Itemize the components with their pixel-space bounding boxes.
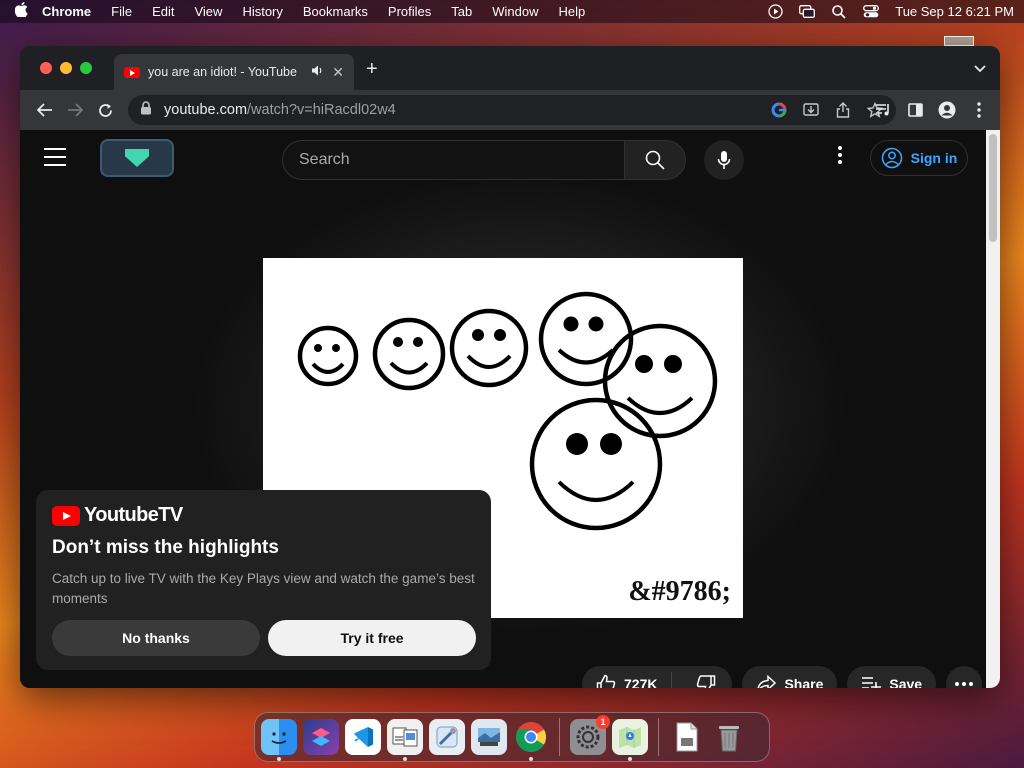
maps-icon[interactable] <box>612 719 648 761</box>
chrome-menu-icon[interactable] <box>968 95 990 125</box>
menu-bar: Chrome File Edit View History Bookmarks … <box>0 0 1024 23</box>
gem-doodle-icon <box>125 149 149 167</box>
microphone-icon <box>717 151 731 169</box>
search-icon <box>645 150 665 170</box>
menu-edit[interactable]: Edit <box>152 4 174 19</box>
menu-app-name[interactable]: Chrome <box>42 4 91 19</box>
page-scrollbar[interactable] <box>986 130 1000 688</box>
install-app-icon[interactable] <box>802 101 820 119</box>
dock-separator <box>559 718 560 756</box>
save-label: Save <box>889 676 923 688</box>
close-tab-icon[interactable]: ✕ <box>332 64 344 81</box>
apple-menu-icon[interactable] <box>10 2 32 21</box>
promo-body: Catch up to live TV with the Key Plays v… <box>52 571 475 606</box>
guide-menu-icon[interactable] <box>44 148 66 166</box>
video-watermark: &#9786; <box>628 576 731 607</box>
text-document-icon[interactable] <box>669 719 705 755</box>
menu-profiles[interactable]: Profiles <box>388 4 431 19</box>
like-count: 727K <box>624 676 658 688</box>
control-center-icon[interactable] <box>863 5 880 19</box>
minimize-window-button[interactable] <box>60 62 72 74</box>
notification-badge: 1 <box>596 715 610 729</box>
finder-icon[interactable] <box>261 719 297 761</box>
thumbs-down-icon <box>697 675 716 688</box>
tab-strip: you are an idiot! - YouTube ✕ + <box>20 46 1000 90</box>
settings-more-icon[interactable] <box>828 146 852 170</box>
side-panel-icon[interactable] <box>904 95 926 125</box>
more-horizontal-icon <box>955 682 974 686</box>
playlist-add-icon <box>862 677 882 688</box>
chrome-icon[interactable] <box>513 719 549 761</box>
media-controls-icon[interactable] <box>872 95 894 125</box>
youtube-favicon-icon <box>124 66 140 78</box>
system-settings-icon[interactable]: 1 <box>570 715 610 755</box>
brand-label: YoutubeTV <box>84 504 183 526</box>
dislike-button[interactable] <box>680 674 732 688</box>
preview-icon[interactable] <box>387 719 423 761</box>
menu-view[interactable]: View <box>194 4 222 19</box>
zoom-window-button[interactable] <box>80 62 92 74</box>
google-lens-icon[interactable] <box>770 101 788 119</box>
save-button[interactable]: Save <box>847 666 937 688</box>
voice-search-button[interactable] <box>704 140 744 180</box>
spotlight-search-icon[interactable] <box>831 4 847 19</box>
site-info-icon[interactable] <box>140 101 154 119</box>
dock-separator-2 <box>658 718 659 756</box>
tab-search-chevron-icon[interactable] <box>974 62 986 76</box>
trash-icon[interactable] <box>711 719 747 755</box>
video-actions: 727K Share Save <box>582 666 983 688</box>
menu-help[interactable]: Help <box>559 4 586 19</box>
xcode-icon[interactable] <box>429 719 465 755</box>
back-button[interactable] <box>30 95 60 125</box>
thumbs-up-icon <box>596 674 616 688</box>
image-capture-icon[interactable] <box>471 719 507 755</box>
youtube-tv-brand: YoutubeTV <box>52 504 475 527</box>
menu-tab[interactable]: Tab <box>451 4 472 19</box>
vscode-icon[interactable] <box>345 719 381 755</box>
share-arrow-icon <box>757 675 777 688</box>
like-dislike-group: 727K <box>582 666 733 688</box>
now-playing-icon[interactable] <box>767 4 783 19</box>
reload-button[interactable] <box>90 95 120 125</box>
like-button[interactable]: 727K <box>582 672 673 688</box>
screen-mirroring-icon[interactable] <box>799 5 816 19</box>
search-button[interactable] <box>624 140 686 180</box>
tab-youtube[interactable]: you are an idiot! - YouTube ✕ <box>114 54 354 90</box>
sign-in-label: Sign in <box>910 150 958 166</box>
try-it-free-button[interactable]: Try it free <box>268 620 476 656</box>
menu-window[interactable]: Window <box>492 4 538 19</box>
scrollbar-thumb[interactable] <box>989 134 997 242</box>
new-tab-button[interactable]: + <box>366 59 378 79</box>
share-button[interactable]: Share <box>742 666 838 688</box>
youtube-tv-promo: YoutubeTV Don’t miss the highlights Catc… <box>36 490 491 670</box>
youtube-header: Search Sign in <box>20 130 986 186</box>
menu-file[interactable]: File <box>111 4 132 19</box>
more-actions-button[interactable] <box>946 666 983 688</box>
promo-title: Don’t miss the highlights <box>52 537 279 558</box>
menu-clock[interactable]: Tue Sep 12 6:21 PM <box>895 4 1014 19</box>
sign-in-button[interactable]: Sign in <box>870 140 968 176</box>
dock: 1 <box>254 712 770 762</box>
account-circle-icon <box>881 147 902 169</box>
url-host: youtube.com <box>164 102 248 118</box>
window-controls <box>40 62 92 74</box>
browser-toolbar: youtube.com/watch?v=hiRacdl02w4 <box>20 90 1000 130</box>
close-window-button[interactable] <box>40 62 52 74</box>
menu-history[interactable]: History <box>242 4 282 19</box>
no-thanks-button[interactable]: No thanks <box>52 620 260 656</box>
profile-avatar-icon[interactable] <box>936 95 958 125</box>
tab-title: you are an idiot! - YouTube <box>148 65 297 79</box>
url-path: /watch?v=hiRacdl02w4 <box>247 102 396 118</box>
search-input[interactable]: Search <box>282 140 626 180</box>
shortcuts-icon[interactable] <box>303 719 339 755</box>
share-label: Share <box>784 676 824 688</box>
youtube-play-icon <box>52 505 80 526</box>
menu-bookmarks[interactable]: Bookmarks <box>303 4 368 19</box>
youtube-logo[interactable] <box>100 139 174 177</box>
share-page-icon[interactable] <box>834 101 852 119</box>
forward-button[interactable] <box>60 95 90 125</box>
address-bar[interactable]: youtube.com/watch?v=hiRacdl02w4 <box>128 95 896 125</box>
speaker-icon[interactable] <box>312 65 324 79</box>
desktop-thumbnail[interactable] <box>944 36 974 46</box>
